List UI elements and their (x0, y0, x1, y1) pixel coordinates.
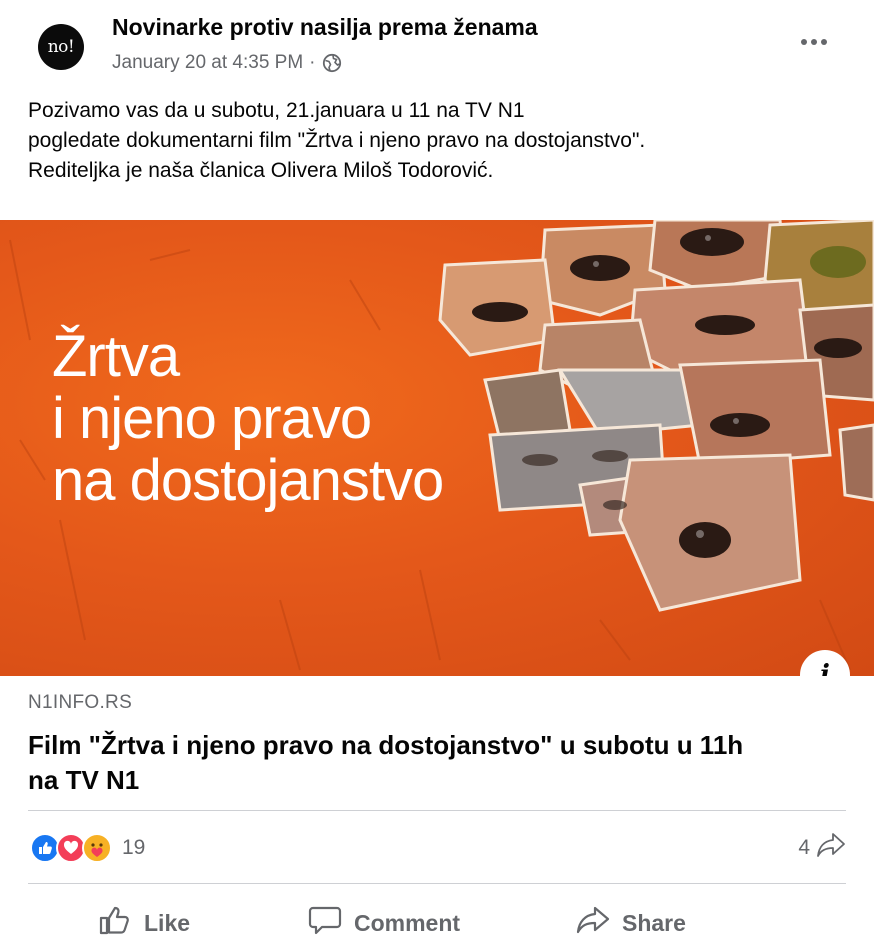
divider (28, 883, 846, 884)
link-title[interactable]: Film "Žrtva i njeno pravo na dostojanstv… (28, 728, 828, 798)
comment-label: Comment (354, 909, 461, 936)
link-title-line: na TV N1 (28, 765, 140, 795)
reactions-summary[interactable]: 19 (30, 830, 145, 866)
post-text-line: Rediteljka je naša članica Olivera Miloš… (28, 159, 494, 182)
share-count[interactable]: 4 (798, 830, 846, 866)
comment-button[interactable]: Comment (308, 904, 460, 936)
image-title-line: i njeno pravo (52, 386, 372, 451)
post-text-line: Pozivamo vas da u subotu, 21.januara u 1… (28, 99, 525, 122)
post-meta: January 20 at 4:35 PM · (112, 52, 342, 74)
action-bar: Like Comment Share (28, 896, 846, 936)
link-preview-meta[interactable]: N1INFO.RS Film "Žrtva i njeno pravo na d… (0, 676, 874, 810)
care-reaction-icon (82, 833, 112, 863)
globe-icon[interactable] (322, 53, 342, 73)
post-timestamp[interactable]: January 20 at 4:35 PM (112, 52, 303, 74)
like-label: Like (144, 909, 191, 936)
reaction-count: 19 (122, 836, 146, 859)
page-avatar[interactable]: no! (38, 24, 84, 70)
image-title-line: na dostojanstvo (52, 448, 444, 513)
share-button[interactable]: Share (576, 904, 686, 936)
meta-separator: · (309, 52, 316, 73)
like-button[interactable]: Like (98, 904, 190, 936)
image-title: Žrtva i njeno pravo na dostojanstvo (52, 324, 444, 513)
like-icon (98, 904, 132, 936)
link-domain: N1INFO.RS (28, 692, 133, 713)
comment-icon (308, 904, 342, 936)
link-preview-image[interactable]: Žrtva i njeno pravo na dostojanstvo i (0, 220, 874, 676)
post-text: Pozivamo vas da u subotu, 21.januara u 1… (28, 96, 848, 186)
post-header: no! Novinarke protiv nasilja prema ženam… (0, 0, 874, 90)
more-options-icon[interactable] (794, 28, 834, 56)
share-count-value: 4 (798, 836, 810, 859)
share-icon (576, 904, 610, 936)
page-name-link[interactable]: Novinarke protiv nasilja prema ženama (112, 14, 538, 41)
share-label: Share (622, 909, 686, 936)
link-title-line: Film "Žrtva i njeno pravo na dostojanstv… (28, 730, 744, 760)
share-arrow-icon (816, 832, 846, 864)
divider (28, 810, 846, 811)
post-text-line: pogledate dokumentarni film "Žrtva i nje… (28, 129, 646, 152)
image-title-line: Žrtva (52, 324, 180, 389)
